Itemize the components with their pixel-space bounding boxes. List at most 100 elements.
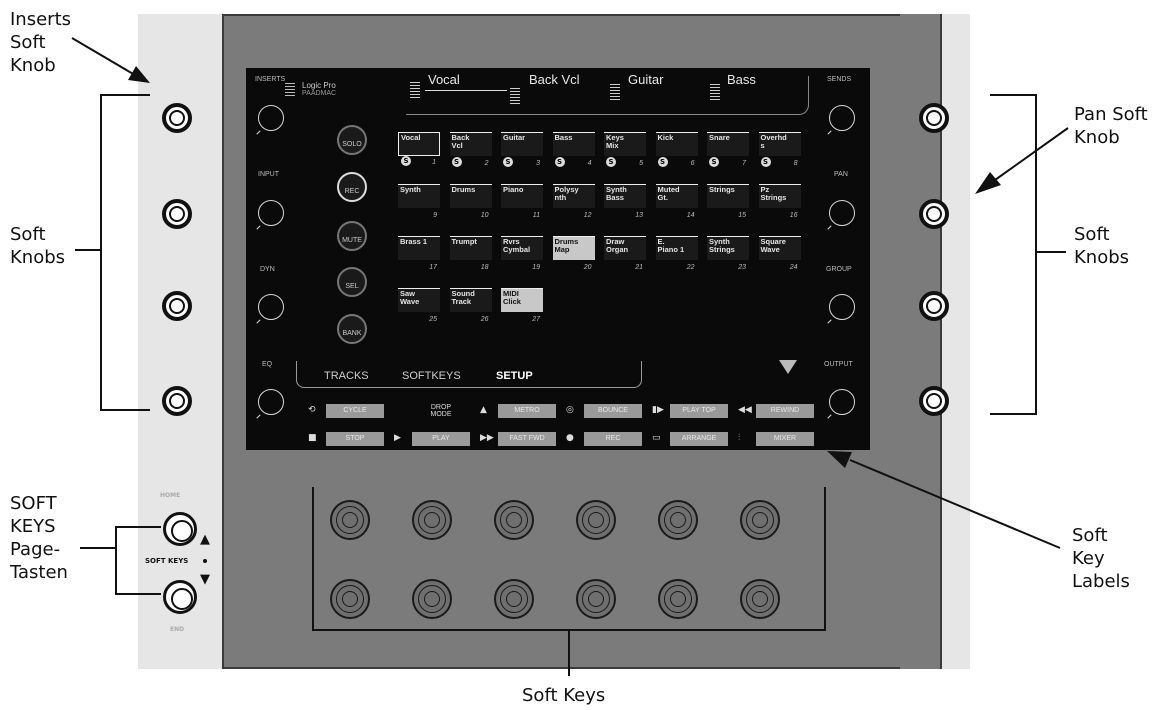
inserts-soft-knob[interactable] [162,103,192,133]
solo-indicator-icon: S [709,157,719,167]
track-button[interactable]: Muted Gt. 14 [655,184,698,219]
logic-logo-icon [285,83,295,97]
soft-key[interactable] [412,500,452,540]
pan-screen-knob [829,200,855,226]
track-button[interactable]: Keys Mix S 5 [604,132,646,167]
track-number: 16 [789,212,798,219]
tab-setup[interactable]: SETUP [496,370,533,382]
mute-button[interactable]: MUTE [337,221,367,251]
tab-softkeys[interactable]: SOFTKEYS [402,370,461,382]
track-button[interactable]: Guitar S 3 [501,132,543,167]
track-button[interactable]: Kick S 6 [655,132,698,167]
track-number: 17 [429,264,437,271]
soft-key[interactable] [658,579,698,619]
softkey-icon: ▮▶ [652,405,664,415]
scroll-down-arrow-icon[interactable] [779,360,797,374]
track-button[interactable]: Drums 10 [449,184,492,219]
track-button[interactable]: Square Wave 24 [758,236,801,271]
track-button[interactable]: Synth Bass 13 [604,184,646,219]
home-label: HOME [160,492,181,499]
soft-key-label[interactable]: PLAY TOP [670,404,728,418]
track-button[interactable]: Pz Strings 16 [758,184,801,219]
soft-key-label[interactable]: BOUNCE [584,404,642,418]
soft-key-label[interactable]: REWIND [756,404,814,418]
track-button[interactable]: Bass S 4 [552,132,595,167]
soft-key-label[interactable]: CYCLE [326,404,384,418]
rec-button[interactable]: REC [337,172,367,202]
sends-soft-knob[interactable] [919,103,949,133]
soft-key[interactable] [494,579,534,619]
soft-key[interactable] [740,579,780,619]
track-number: 20 [583,264,592,271]
sel-button[interactable]: SEL [337,267,367,297]
soft-key-label[interactable]: ARRANGE [670,432,728,446]
bank-button[interactable]: BANK [337,314,367,344]
soft-key[interactable] [740,500,780,540]
track-button[interactable]: Saw Wave 25 [398,288,440,323]
soft-key-label[interactable]: PLAY [412,432,470,446]
track-button[interactable]: Polysy nth 12 [552,184,595,219]
track-button[interactable]: Brass 1 17 [398,236,440,271]
dyn-soft-knob[interactable] [162,291,192,321]
channel-name: Vocal [428,72,460,87]
track-button[interactable]: Draw Organ 21 [604,236,646,271]
track-number: 4 [587,160,592,167]
soft-key-label[interactable]: MIXER [756,432,814,446]
track-number: 23 [738,264,746,271]
soft-key-label[interactable]: DROP MODE [412,404,470,418]
track-button[interactable]: Piano 11 [501,184,543,219]
soft-keys-page-up-button[interactable] [163,512,197,546]
soft-key[interactable] [412,579,452,619]
soft-key[interactable] [576,500,616,540]
solo-indicator-icon: S [451,157,462,167]
output-soft-knob[interactable] [919,386,949,416]
softkey-icon: ▲ [480,405,487,415]
track-name: Back Vcl [451,133,470,150]
soft-key-label[interactable]: REC [584,432,642,446]
solo-button[interactable]: SOLO [337,125,367,155]
group-soft-knob[interactable] [919,291,949,321]
inserts-label: INSERTS [255,76,286,83]
track-button[interactable]: MIDI Click 27 [501,288,543,323]
track-button[interactable]: Strings 15 [707,184,749,219]
track-button[interactable]: Synth 9 [398,184,440,219]
softkey-icon: ◀◀ [738,405,752,415]
track-button[interactable]: Overhd s S 8 [758,132,801,167]
soft-key[interactable] [330,579,370,619]
track-name: Snare [709,133,730,142]
soft-key-label[interactable]: METRO [498,404,556,418]
input-soft-knob[interactable] [162,199,192,229]
soft-key-label[interactable]: STOP [326,432,384,446]
soft-key[interactable] [576,579,616,619]
channel-meter [710,84,720,100]
track-button[interactable]: Back Vcl S 2 [449,132,492,167]
softkey-icon: ⟲ [308,405,316,415]
track-button[interactable]: Sound Track 26 [449,288,492,323]
soft-key-label[interactable]: FAST FWD [498,432,556,446]
track-button[interactable]: Vocal S 1 [398,132,440,166]
track-name: Sound Track [451,289,475,306]
softkey-icon: ▶▶ [480,433,494,443]
track-button[interactable]: E. Piano 1 22 [655,236,698,271]
track-name: Draw Organ [606,237,629,254]
track-button[interactable]: Trumpt 18 [449,236,492,271]
track-button[interactable]: Synth Strings 23 [707,236,749,271]
softkey-icon: ⫶ [738,433,741,443]
track-button[interactable]: Rvrs Cymbal 19 [501,236,543,271]
soft-keys-page-down-button[interactable] [163,580,197,614]
eq-soft-knob[interactable] [162,386,192,416]
track-number: 2 [484,160,489,167]
sends-label: SENDS [827,76,852,83]
tab-tracks[interactable]: TRACKS [324,370,369,382]
track-button[interactable]: Drums Map 20 [552,236,595,271]
pan-soft-knob[interactable] [919,199,949,229]
soft-key[interactable] [330,500,370,540]
page-up-arrow-icon: ▲ [200,532,210,547]
soft-key[interactable] [494,500,534,540]
track-name: Brass 1 [400,237,428,246]
annotation-soft-knobs-left: Soft Knobs [10,224,66,268]
channel-name: Guitar [628,72,664,87]
track-button[interactable]: Snare S 7 [707,132,749,167]
soft-key[interactable] [658,500,698,540]
annotation-pan-soft-knob: Pan Soft Knob [1074,104,1148,148]
